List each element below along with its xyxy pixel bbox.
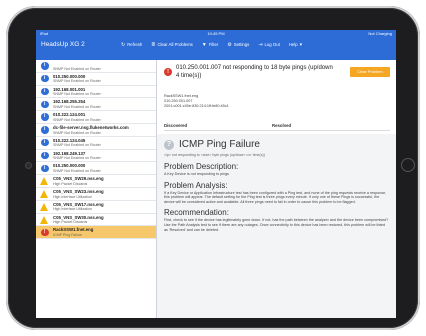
problem-description: High Packet Discards [53,220,88,225]
problem-description: High Interface Utilization [53,207,92,212]
info-icon: i [41,164,49,173]
problem-list-item[interactable]: C05_VNS_SW17.nss.eng High Interface Utili… [36,201,156,214]
problem-list-item[interactable]: C05_VNS_SW23.nss.eng High Interface Utili… [36,188,156,201]
status-bar: iPad 10:45 PM Not Charging [36,30,396,38]
clear-problem-button[interactable]: Clear Problem [350,67,390,77]
top-bar: iPad 10:45 PM Not Charging HeadsUp XG 2 … [36,30,396,60]
critical-icon: ! [41,228,49,237]
problem-description: SNMP Not Enabled on Router [53,79,101,84]
help-menu[interactable]: Help ▾ [289,41,302,49]
info-icon: ? [164,140,174,150]
app-title: HeadsUp XG 2 [41,41,85,48]
problem-heading-text: ICMP Ping Failure [179,139,260,150]
logout-label: Log Out [264,42,280,47]
problem-description: SNMP Not Enabled on Router [53,130,101,135]
problem-description: High Packet Discards [53,181,88,186]
problem-description: ICMP Ping Failure [53,232,83,237]
info-icon: i [41,138,49,147]
problem-description: SNMP Not Enabled on Router [53,92,101,97]
recommendation-title: Recommendation: [164,208,229,218]
problem-list-item[interactable]: i SNMP Not Enabled on Router [36,60,156,73]
problem-list-item[interactable]: i dc-file-server.nsg.flukenetworks.com SNM… [36,124,156,137]
info-icon: i [41,113,49,121]
info-icon: i [41,74,49,83]
app-screen: iPad 10:45 PM Not Charging HeadsUp XG 2 … [36,30,396,318]
problem-list-item[interactable]: i 192.168.255.254 SNMP Not Enabled on Rout… [36,98,156,112]
device-meta: RackSSW1.fnet.eng 010.250.001.007 2001:c… [164,94,229,108]
problem-detail: ! 010.250.001.007 not responding to 18 b… [157,60,396,318]
warning-icon [40,189,48,198]
problem-description: SNMP Not Enabled on Router [53,143,101,148]
warning-icon [40,215,48,224]
filter-label: Filter [208,42,219,47]
problem-description: High Interface Utilization [53,194,92,199]
camera-icon [25,162,32,169]
critical-icon: ! [164,68,172,76]
warning-icon [40,202,48,211]
description-text: A Key Device is not responding to pings [164,172,229,176]
info-icon: i [41,151,49,160]
problem-list[interactable]: i SNMP Not Enabled on Router i 010.250.000.… [36,60,157,318]
list-icon: ≣ [151,42,156,48]
problem-list-item[interactable]: ! RackSSW1.fnet.eng ICMP Ping Failure [36,226,156,240]
ipad-frame: iPad 10:45 PM Not Charging HeadsUp XG 2 … [6,6,420,330]
clear-all-label: Clear All Problems [157,42,193,47]
problem-description: SNMP Not Enabled on Router [53,117,101,122]
problem-list-item[interactable]: i 010.222.124.001 SNMP Not Enabled on Rout… [36,111,156,124]
problem-list-item[interactable]: i 010.250.000.000 SNMP Not Enabled on Rout… [36,162,156,176]
info-icon: i [41,126,49,134]
problem-list-item[interactable]: i 010.250.000.000 SNMP Not Enabled on Rout… [36,73,156,86]
problem-description: SNMP Not Enabled on Router [53,66,101,71]
problem-heading: ? ICMP Ping Failure [164,138,390,152]
alert-title: 010.250.001.007 not responding to 18 byt… [176,65,333,79]
device-ipv6: 2001:c001:c00e:830:214:1ff:fe80:45c1 [164,103,229,108]
settings-button[interactable]: ⚙ Settings [227,41,249,49]
problem-list-item[interactable]: C05_VNS_SW29.nss.eng High Packet Discards [36,175,156,188]
refresh-button[interactable]: ↻ Refresh [121,41,142,49]
recommendation-text: First, check to see if the device has le… [164,218,389,232]
chevron-down-icon: ▾ [299,42,303,48]
logout-button[interactable]: ⇥ Log Out [258,41,280,49]
help-label: Help [288,42,298,47]
filter-button[interactable]: ▼ Filter [202,41,219,49]
description-title: Problem Description: [164,162,239,171]
logout-icon: ⇥ [258,42,263,48]
problem-description: SNMP Not Enabled on Router [53,104,101,109]
problem-list-item[interactable]: i 010.222.124.045 SNMP Not Enabled on Rout… [36,137,156,150]
settings-label: Settings [233,42,250,47]
status-battery: Not Charging [368,31,392,36]
col-resolved: Resolved [272,123,292,128]
refresh-label: Refresh [127,42,143,47]
problem-list-item[interactable]: C05_VNS_SW30.nss.eng High Packet Discards [36,214,156,227]
help-content: ? ICMP Ping Failure <ip> not responding … [157,134,396,318]
analysis-text: If a Key Device or Application Infrastru… [164,190,387,204]
problem-description: SNMP Not Enabled on Router [53,156,101,161]
col-discovered: Discovered [164,123,188,128]
toolbar: ↻ Refresh ≣ Clear All Problems ▼ Filter ⚙ Se… [121,41,302,49]
home-button[interactable] [401,158,415,172]
refresh-icon: ↻ [121,42,126,48]
status-time: 10:45 PM [207,31,225,36]
clear-all-button[interactable]: ≣ Clear All Problems [151,41,193,49]
alert-header: ! 010.250.001.007 not responding to 18 b… [164,65,390,87]
problem-list-item[interactable]: i 192.168.249.137 SNMP Not Enabled on Rout… [36,150,156,163]
history-table-header: Discovered Resolved [164,122,390,131]
filter-icon: ▼ [201,42,207,48]
problem-list-item[interactable]: i 192.168.001.001 SNMP Not Enabled on Rout… [36,86,156,99]
gear-icon: ⚙ [227,42,232,48]
warning-icon [40,177,48,186]
problem-description: SNMP Not Enabled on Router [53,168,101,173]
info-icon: i [41,87,49,96]
info-icon: i [41,62,49,70]
analysis-title: Problem Analysis: [164,180,228,190]
info-icon: i [41,100,49,109]
problem-subheading: <ip> not responding to <size> byte pings… [164,153,265,157]
